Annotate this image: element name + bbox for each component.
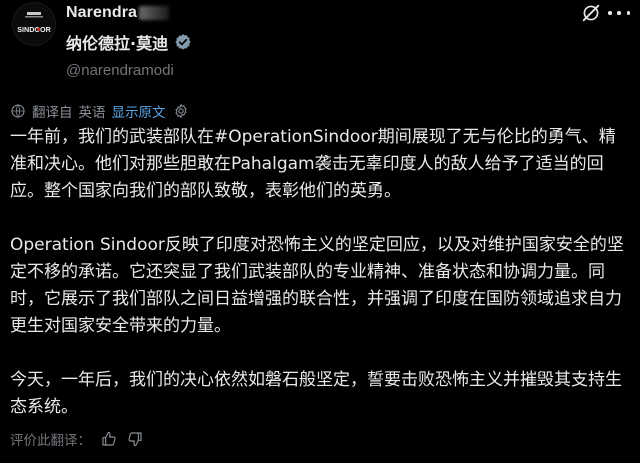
show-original-link[interactable]: 显示原文 [112,101,166,121]
translation-bar: 翻译自 英语 显示原文 [10,100,189,122]
translate-icon [11,104,25,118]
translated-display-name[interactable]: 纳伦德拉·莫迪 [66,30,168,54]
post-paragraph-2: Operation Sindoor反映了印度对恐怖主义的坚定回应，以及对维护国家… [10,235,624,336]
thumbs-up-icon[interactable] [101,431,117,447]
verified-icon [175,34,191,50]
gear-icon[interactable] [173,103,189,119]
blurred-name-fragment [139,6,170,20]
avatar-text: SINDOOR [17,25,51,34]
display-name[interactable]: Narendra [66,4,137,22]
avatar[interactable]: SINDOOR [12,2,56,46]
translated-from-label: 翻译自 [32,105,73,121]
thumbs-down-icon[interactable] [127,431,143,447]
source-language: 英语 [78,105,106,121]
display-name-row: Narendra [66,2,170,24]
post-header: SINDOOR Narendra 纳伦德拉·莫迪 @narendramodi [0,0,640,92]
post-text: 一年前，我们的武装部队在#OperationSindoor期间展现了无与伦比的勇… [10,124,632,421]
rate-translation-label: 评价此翻译： [10,433,91,449]
grok-icon[interactable] [580,2,602,24]
translation-feedback: 评价此翻译： [10,428,143,450]
post-paragraph-1: 一年前，我们的武装部队在#OperationSindoor期间展现了无与伦比的勇… [10,127,616,201]
post-paragraph-3: 今天，一年后，我们的决心依然如磐石般坚定，誓要击败恐怖主义并摧毁其支持生态系统。 [10,370,622,417]
user-handle[interactable]: @narendramodi [66,62,174,79]
more-icon[interactable] [608,4,630,22]
cn-name-row: 纳伦德拉·莫迪 [66,30,192,54]
